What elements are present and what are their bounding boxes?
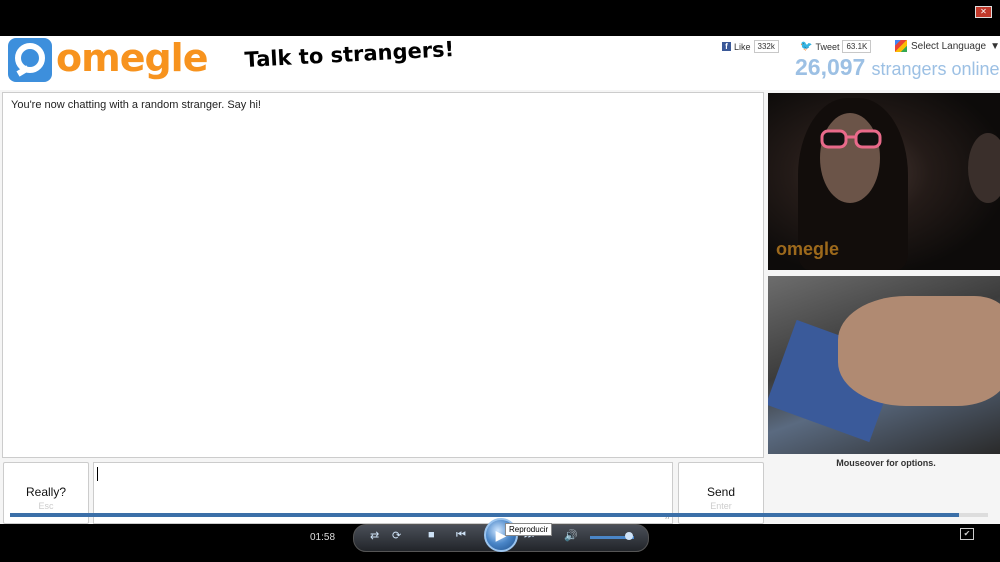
chevron-down-icon: ▼ <box>990 40 1000 52</box>
facebook-like-label: Like <box>734 41 751 52</box>
volume-knob[interactable] <box>625 532 633 540</box>
facebook-like-count: 332k <box>753 40 779 53</box>
window-top-bar: ✕ <box>0 0 1000 36</box>
shuffle-icon[interactable]: ⇄ <box>370 529 379 542</box>
online-counter: 26,097 strangers online <box>795 54 1000 81</box>
logo-text: omegle <box>56 36 208 80</box>
video-watermark: omegle <box>776 239 840 259</box>
header: omegle Talk to strangers! f Like 332k 🐦 … <box>0 36 1000 90</box>
video-hint: Mouseover for options. <box>836 458 936 468</box>
tweet-button[interactable]: 🐦 Tweet 63.1K <box>800 40 872 53</box>
stranger-video[interactable]: omegle <box>768 93 1000 270</box>
facebook-icon: f <box>722 42 731 51</box>
disconnect-shortcut: Esc <box>38 501 54 511</box>
online-label: strangers online <box>871 59 1000 79</box>
twitter-icon: 🐦 <box>800 41 813 52</box>
send-shortcut: Enter <box>710 501 732 511</box>
seek-bar[interactable] <box>10 513 988 517</box>
disconnect-label: Really? <box>25 485 67 499</box>
second-stranger-face <box>968 133 1000 203</box>
chat-status-message: You're now chatting with a random strang… <box>11 99 261 111</box>
tweet-label: Tweet <box>815 41 840 52</box>
playback-time: 01:58 <box>310 532 336 543</box>
self-video[interactable] <box>768 276 1000 454</box>
seek-bar-fill <box>10 513 959 517</box>
repeat-icon[interactable]: ⟳ <box>392 529 401 542</box>
stop-icon[interactable]: ■ <box>428 529 435 541</box>
language-label: Select Language <box>911 40 987 52</box>
facebook-like-button[interactable]: f Like 332k <box>722 40 779 53</box>
language-select[interactable]: Select Language ▼ <box>895 39 1000 53</box>
logo-icon <box>8 38 52 82</box>
media-player-bar: 01:58 ⇄ ⟳ ■ ⏮ ⏭ 🔊 ▶ Reproducir ✔ <box>0 518 1000 562</box>
tweet-count: 63.1K <box>842 40 872 53</box>
volume-icon[interactable]: 🔊 <box>564 529 578 542</box>
chat-log[interactable]: You're now chatting with a random strang… <box>2 92 764 458</box>
close-icon[interactable]: ✕ <box>975 6 992 18</box>
google-icon <box>895 40 907 52</box>
play-tooltip: Reproducir <box>505 523 553 536</box>
send-label: Send <box>706 485 736 499</box>
text-caret <box>97 467 98 481</box>
fullscreen-icon[interactable]: ✔ <box>960 528 974 540</box>
sunglasses-graphic <box>820 129 882 149</box>
omegle-page: omegle Talk to strangers! f Like 332k 🐦 … <box>0 36 1000 524</box>
hand-shape <box>838 296 1000 406</box>
online-count: 26,097 <box>795 54 866 80</box>
previous-icon[interactable]: ⏮ <box>456 529 466 542</box>
tagline: Talk to strangers! <box>244 37 455 72</box>
